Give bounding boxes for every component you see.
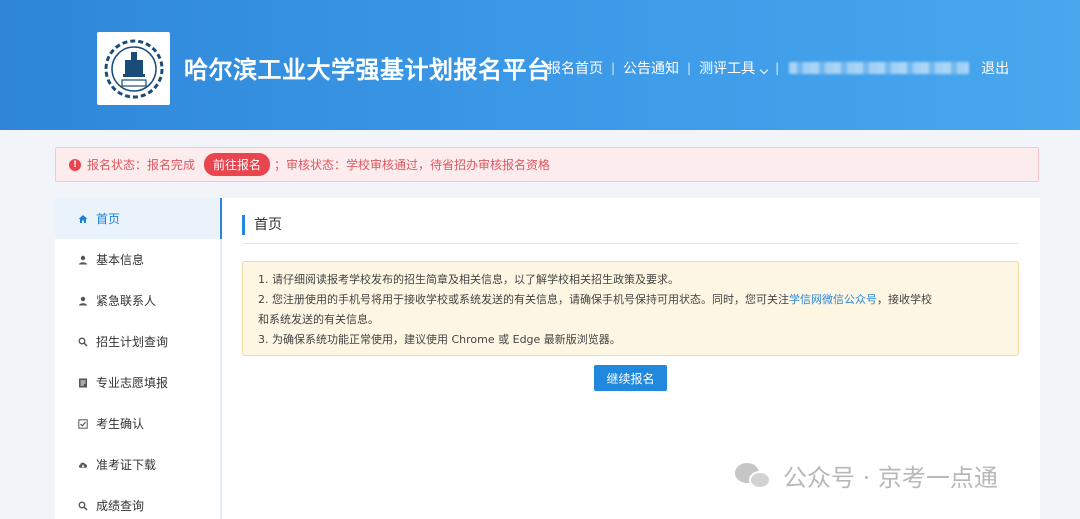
nav-tools-menu[interactable]: 测评工具	[699, 58, 769, 78]
hit-emblem-icon	[104, 39, 163, 98]
top-nav: 报名首页 | 公告通知 | 测评工具 | 退出	[547, 58, 1009, 78]
header: 哈尔滨工业大学强基计划报名平台 报名首页 | 公告通知 | 测评工具 | 退出	[0, 0, 1080, 130]
nav-tools-label: 测评工具	[699, 61, 756, 77]
sidebar: 首页 基本信息 紧急联系人 招生计划查询 专业志愿填报 考生确认 准考证下载 成…	[55, 198, 222, 519]
notice-line-2-cont: 和系统发送的有关信息。	[258, 313, 379, 326]
check-square-icon	[78, 418, 88, 429]
sidebar-item-label: 首页	[96, 212, 121, 226]
notice-line-2-tail: ，接收学校	[877, 293, 932, 306]
wechat-icon	[735, 461, 773, 491]
sidebar-item-label: 专业志愿填报	[96, 376, 169, 390]
search-icon	[78, 501, 88, 511]
cloud-download-icon	[78, 460, 88, 470]
sidebar-item-score-query[interactable]: 成绩查询	[55, 485, 220, 519]
wechat-account-link[interactable]: 学信网微信公众号	[789, 293, 877, 306]
sidebar-item-label: 基本信息	[96, 253, 145, 267]
form-icon	[78, 378, 88, 388]
sidebar-item-admission-ticket[interactable]: 准考证下载	[55, 444, 220, 485]
sidebar-item-emergency-contact[interactable]: 紧急联系人	[55, 280, 220, 321]
watermark-text: 公众号 · 京考一点通	[783, 464, 998, 492]
notice-line-1: 1. 请仔细阅读报考学校发布的招生简章及相关信息，以了解学校相关招生政策及要求。	[258, 273, 679, 286]
continue-registration-button[interactable]: 继续报名	[594, 365, 667, 391]
logout-link[interactable]: 退出	[981, 58, 1009, 78]
status-alert: ! 报名状态：报名完成 前往报名 ；审核状态：学校审核通过，待省招办审核报名资格	[55, 147, 1039, 182]
watermark: 公众号 · 京考一点通	[735, 458, 998, 493]
nav-separator: |	[775, 61, 780, 75]
nav-separator: |	[687, 61, 692, 75]
review-status-text: ；审核状态：学校审核通过，待省招办审核报名资格	[274, 158, 551, 172]
sidebar-item-home[interactable]: 首页	[55, 198, 222, 239]
title-divider	[242, 243, 1019, 244]
exclamation-icon: !	[69, 158, 81, 171]
site-title: 哈尔滨工业大学强基计划报名平台	[184, 56, 552, 84]
sidebar-item-major-preference[interactable]: 专业志愿填报	[55, 362, 220, 403]
search-icon	[78, 337, 88, 347]
user-icon	[78, 255, 88, 265]
chevron-down-icon	[759, 65, 769, 75]
sidebar-item-label: 招生计划查询	[96, 335, 169, 349]
home-icon	[78, 214, 88, 224]
user-icon	[78, 296, 88, 306]
notice-line-3: 3. 为确保系统功能正常使用，建议使用 Chrome 或 Edge 最新版浏览器…	[258, 333, 621, 346]
registration-status-text: 报名状态：报名完成	[87, 158, 196, 172]
nav-notice-link[interactable]: 公告通知	[623, 58, 679, 78]
sidebar-item-label: 成绩查询	[96, 499, 145, 513]
nav-home-link[interactable]: 报名首页	[547, 58, 603, 78]
sidebar-item-candidate-confirm[interactable]: 考生确认	[55, 403, 220, 444]
sidebar-item-label: 紧急联系人	[96, 294, 157, 308]
page-title: 首页	[242, 215, 282, 235]
sidebar-item-label: 考生确认	[96, 417, 145, 431]
sidebar-item-enrollment-plan[interactable]: 招生计划查询	[55, 321, 220, 362]
notice-line-2: 2. 您注册使用的手机号将用于接收学校或系统发送的有关信息，请确保手机号保持可用…	[258, 290, 1003, 310]
nav-separator: |	[611, 61, 616, 75]
notice-line-2-text: 2. 您注册使用的手机号将用于接收学校或系统发送的有关信息，请确保手机号保持可用…	[258, 293, 789, 306]
user-account-blurred	[789, 62, 970, 74]
sidebar-item-basic-info[interactable]: 基本信息	[55, 239, 220, 280]
notice-box: 1. 请仔细阅读报考学校发布的招生简章及相关信息，以了解学校相关招生政策及要求。…	[242, 261, 1019, 356]
go-register-button[interactable]: 前往报名	[204, 153, 271, 176]
university-logo[interactable]	[97, 32, 170, 105]
sidebar-item-label: 准考证下载	[96, 458, 157, 472]
